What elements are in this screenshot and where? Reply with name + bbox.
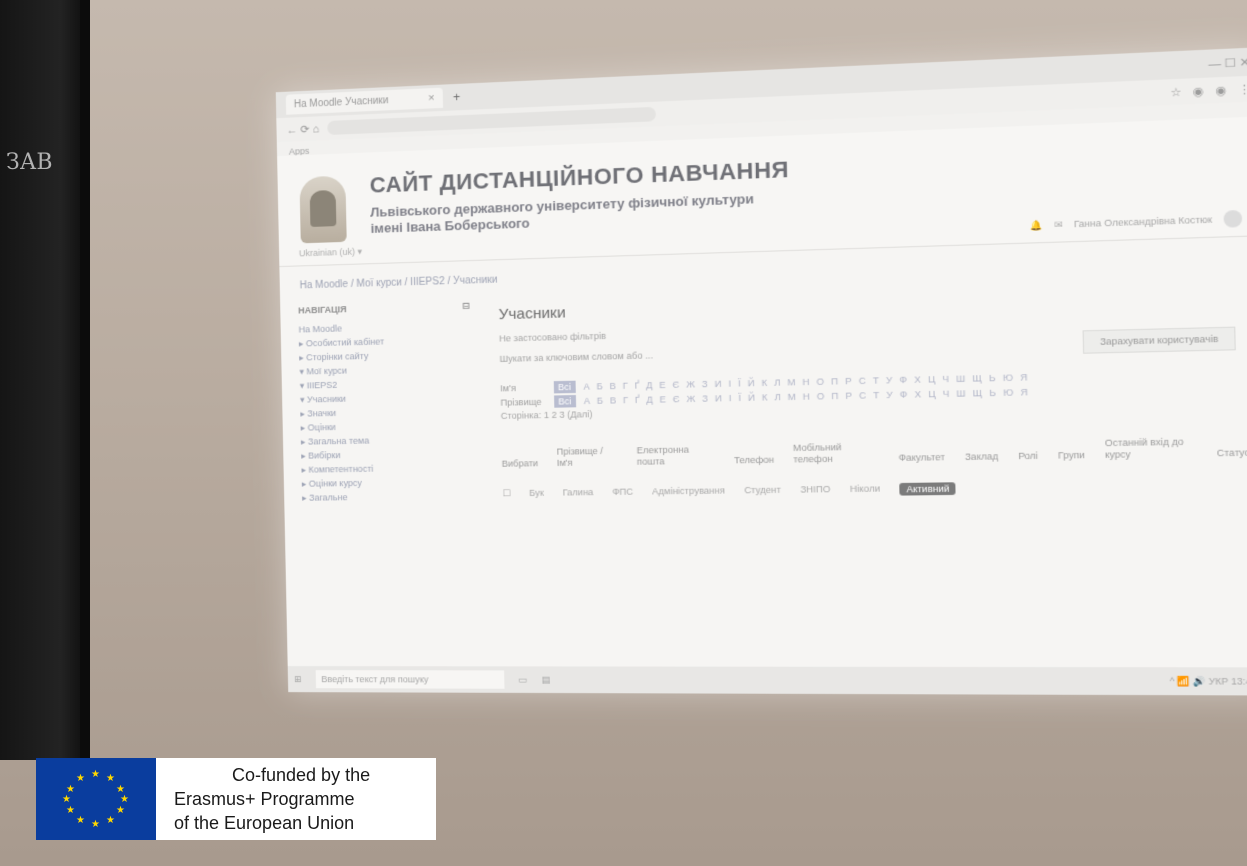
eu-star-icon: ★ [76, 815, 85, 826]
eu-star-icon: ★ [120, 794, 129, 805]
table-row: ☐ Бук Галина ФПС Адміністрування Студент… [502, 478, 1247, 500]
column-header[interactable]: Факультет [898, 452, 945, 464]
main-region: Учасники Не застосовано фільтрів Шукати … [470, 279, 1247, 503]
filter-all-button[interactable]: Всі [553, 380, 576, 394]
extension-icon[interactable]: ◉ [1215, 83, 1226, 97]
select-checkbox[interactable]: ☐ [502, 488, 511, 500]
taskbar-search-input[interactable]: Введіть текст для пошуку [315, 670, 505, 689]
table-cell: ФПС [612, 486, 634, 497]
menu-icon[interactable]: ⋮ [1238, 82, 1247, 96]
column-header[interactable]: Вибрати [502, 458, 538, 470]
eu-text-line: of the European Union [174, 813, 355, 833]
table-header: Вибрати Прізвище / Ім'я Електронна пошта… [501, 435, 1247, 470]
chalk-writing: ЗАВ [6, 150, 53, 175]
task-view-icon[interactable]: ▭ [518, 674, 527, 685]
page-content: НАВІГАЦІЯ ⊟ На Moodle ▸ Особистий кабіне… [280, 278, 1247, 505]
system-tray[interactable]: ^ 📶 🔊 УКР 13:40 [1169, 675, 1247, 687]
close-icon[interactable]: × [428, 92, 435, 104]
projected-screen: На Moodle Учасники × + — ☐ ✕ ← ⟳ ⌂ ☆ ◉ ◉… [275, 47, 1247, 696]
windows-start-icon[interactable]: ⊞ [294, 674, 302, 685]
user-menu[interactable]: 🔔 ✉ Ганна Олександрівна Костюк [1030, 209, 1243, 234]
eu-text-line: Co-funded by the [232, 765, 371, 785]
eu-star-icon: ★ [91, 769, 100, 780]
eu-star-icon: ★ [76, 773, 85, 784]
language-selector[interactable]: Ukrainian (uk) ▾ [299, 246, 362, 259]
column-header[interactable]: Групи [1058, 450, 1085, 462]
column-header[interactable]: Статус [1217, 447, 1247, 459]
browser-tab[interactable]: На Moodle Учасники × [285, 87, 444, 115]
browser-extension-icons: ☆ ◉ ◉ ⋮ [1170, 82, 1247, 99]
blackboard: ЗАВ [0, 0, 86, 760]
eu-flag-icon: ★ ★ ★ ★ ★ ★ ★ ★ ★ ★ ★ ★ [36, 758, 156, 840]
star-icon[interactable]: ☆ [1170, 85, 1182, 99]
filter-label: Ім'я [500, 382, 517, 394]
table-cell[interactable]: Бук [529, 488, 544, 500]
enrol-users-button[interactable]: Зарахувати користувачів [1082, 326, 1236, 354]
column-header[interactable]: Мобільний телефон [793, 441, 879, 465]
collapse-icon[interactable]: ⊟ [462, 301, 470, 312]
filter-all-button[interactable]: Всі [554, 395, 576, 408]
eu-star-icon: ★ [106, 815, 115, 826]
filter-label: Прізвище [500, 396, 542, 408]
table-cell: Ніколи [849, 483, 881, 495]
column-header[interactable]: Останній вхід до курсу [1105, 436, 1197, 461]
eu-star-icon: ★ [91, 819, 100, 830]
site-subtitle: Львівського державного університету фізи… [370, 191, 754, 237]
eu-star-icon: ★ [106, 773, 115, 784]
column-header[interactable]: Заклад [965, 451, 999, 463]
column-header[interactable]: Прізвище / Ім'я [556, 446, 618, 469]
crest-inner [309, 189, 337, 227]
new-tab-icon[interactable]: + [453, 90, 460, 105]
tab-title: На Moodle Учасники [293, 94, 389, 110]
column-header[interactable]: Електронна пошта [637, 444, 715, 468]
navigation-block: НАВІГАЦІЯ ⊟ На Moodle ▸ Особистий кабіне… [298, 301, 474, 505]
column-header[interactable]: Телефон [734, 454, 774, 466]
table-cell: ЗНІПО [800, 483, 831, 495]
message-icon[interactable]: ✉ [1054, 219, 1063, 231]
university-crest-icon [299, 175, 347, 244]
table-cell: Адміністрування [651, 485, 726, 497]
eu-cofunded-logo: ★ ★ ★ ★ ★ ★ ★ ★ ★ ★ ★ ★ Co-funded by the… [36, 758, 436, 840]
column-header[interactable]: Ролі [1018, 450, 1038, 462]
table-cell: Галина [562, 486, 594, 498]
nav-header-label: НАВІГАЦІЯ [298, 304, 347, 316]
avatar[interactable] [1223, 209, 1243, 228]
extension-icon[interactable]: ◉ [1193, 84, 1204, 98]
window-controls[interactable]: — ☐ ✕ [1208, 55, 1247, 71]
nav-buttons[interactable]: ← ⟳ ⌂ [286, 122, 319, 136]
status-badge: Активний [899, 482, 957, 496]
eu-text: Co-funded by the Erasmus+ Programme of t… [156, 758, 436, 840]
table-cell: Студент [744, 484, 782, 496]
os-taskbar: ⊞ Введіть текст для пошуку ▭ ▤ ^ 📶 🔊 УКР… [287, 666, 1247, 696]
nav-item[interactable]: ▸ Загальне [302, 489, 474, 505]
eu-star-icon: ★ [62, 794, 71, 805]
eu-star-icon: ★ [66, 784, 75, 795]
taskbar-search-text: Введіть текст для пошуку [321, 674, 429, 685]
user-name: Ганна Олександрівна Костюк [1073, 214, 1213, 230]
explorer-icon[interactable]: ▤ [541, 674, 550, 685]
blackboard-frame [80, 0, 90, 760]
eu-star-icon: ★ [66, 805, 75, 816]
eu-star-icon: ★ [116, 805, 125, 816]
eu-text-line: Erasmus+ Programme [174, 789, 355, 809]
bell-icon[interactable]: 🔔 [1030, 219, 1043, 231]
